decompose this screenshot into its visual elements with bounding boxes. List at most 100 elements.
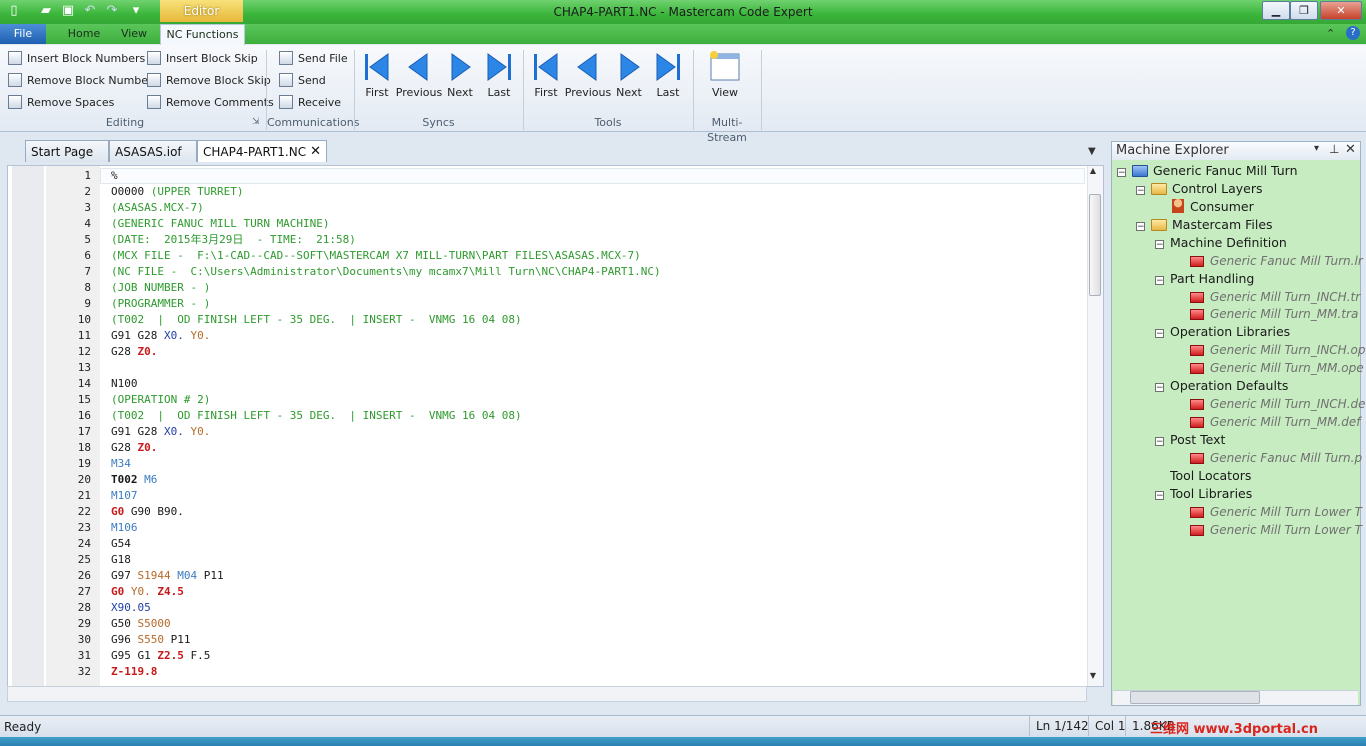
tools-last-button[interactable]: Last bbox=[649, 50, 687, 100]
collapse-icon[interactable]: − bbox=[1136, 222, 1145, 232]
tree-file-op-def-inch[interactable]: Generic Mill Turn_INCH.de bbox=[1190, 395, 1366, 413]
code-line[interactable]: G28 Z0. bbox=[111, 440, 157, 456]
code-line[interactable]: G50 S5000 bbox=[111, 616, 171, 632]
redo-icon[interactable]: ↷ bbox=[104, 3, 120, 19]
help-icon[interactable]: ? bbox=[1346, 26, 1360, 40]
tab-view[interactable]: View bbox=[112, 24, 156, 44]
pin-icon[interactable]: ⊥ bbox=[1329, 142, 1339, 156]
panel-menu-icon[interactable]: ▾ bbox=[1314, 143, 1319, 154]
remove-block-numbers-button[interactable]: Remove Block Numbers bbox=[8, 72, 158, 90]
doc-tab-start-page[interactable]: Start Page bbox=[25, 140, 109, 162]
explorer-scroll-thumb[interactable] bbox=[1130, 691, 1260, 704]
tree-item-operation-libraries[interactable]: − Operation Libraries bbox=[1155, 323, 1290, 341]
code-line[interactable]: M34 bbox=[111, 456, 131, 472]
undo-icon[interactable]: ↶ bbox=[82, 3, 98, 19]
code-line[interactable]: (T002 | OD FINISH LEFT - 35 DEG. | INSER… bbox=[111, 312, 522, 328]
code-line[interactable]: Z-119.8 bbox=[111, 664, 157, 680]
collapse-icon[interactable]: − bbox=[1136, 186, 1145, 196]
collapse-ribbon-icon[interactable]: ⌃ bbox=[1326, 27, 1335, 40]
code-line[interactable]: G18 bbox=[111, 552, 131, 568]
doc-tab-asasas-iof[interactable]: ASASAS.iof bbox=[109, 140, 197, 162]
save-icon[interactable]: ▣ bbox=[60, 3, 76, 19]
remove-block-skip-button[interactable]: Remove Block Skip bbox=[147, 72, 271, 90]
code-line[interactable]: G54 bbox=[111, 536, 131, 552]
tree-item-machine-definition[interactable]: − Machine Definition bbox=[1155, 234, 1287, 252]
code-line[interactable]: (OPERATION # 2) bbox=[111, 392, 210, 408]
tree-file-part-handling-mm[interactable]: Generic Mill Turn_MM.tra bbox=[1190, 305, 1358, 323]
code-line[interactable]: M107 bbox=[111, 488, 138, 504]
insert-block-skip-button[interactable]: Insert Block Skip bbox=[147, 50, 258, 68]
code-line[interactable]: G96 S550 P11 bbox=[111, 632, 191, 648]
tree-file-machine-definition[interactable]: Generic Fanuc Mill Turn.lr bbox=[1190, 252, 1363, 270]
maximize-button[interactable]: ❐ bbox=[1290, 1, 1318, 20]
code-line[interactable]: M106 bbox=[111, 520, 138, 536]
code-line[interactable]: % bbox=[111, 168, 118, 184]
code-line[interactable]: G95 G1 Z2.5 F.5 bbox=[111, 648, 210, 664]
close-tab-icon[interactable]: ✕ bbox=[310, 141, 321, 163]
doc-tab-chap4-part1[interactable]: CHAP4-PART1.NC ✕ bbox=[197, 140, 327, 162]
quick-access-menu-icon[interactable]: ▾ bbox=[128, 3, 144, 19]
code-line[interactable]: (MCX FILE - F:\1-CAD--CAD--SOFT\MASTERCA… bbox=[111, 248, 641, 264]
code-line[interactable]: (PROGRAMMER - ) bbox=[111, 296, 210, 312]
tree-file-part-handling-inch[interactable]: Generic Mill Turn_INCH.tr bbox=[1190, 288, 1360, 306]
tree-item-consumer[interactable]: Consumer bbox=[1172, 198, 1254, 216]
code-line[interactable]: (ASASAS.MCX-7) bbox=[111, 200, 204, 216]
code-line[interactable]: (T002 | OD FINISH LEFT - 35 DEG. | INSER… bbox=[111, 408, 522, 424]
tree-file-tool-lib-2[interactable]: Generic Mill Turn Lower T bbox=[1190, 521, 1362, 539]
tree-item-control-layers[interactable]: − Control Layers bbox=[1136, 180, 1263, 198]
close-window-button[interactable]: ✕ bbox=[1320, 1, 1362, 20]
code-line[interactable]: O0000 (UPPER TURRET) bbox=[111, 184, 243, 200]
code-line[interactable]: X90.05 bbox=[111, 600, 151, 616]
code-line[interactable]: (DATE: 2015年3月29日 - TIME: 21:58) bbox=[111, 232, 356, 248]
tree-item-part-handling[interactable]: − Part Handling bbox=[1155, 270, 1254, 288]
tools-previous-button[interactable]: Previous bbox=[565, 50, 611, 100]
collapse-icon[interactable]: − bbox=[1155, 491, 1164, 501]
code-line[interactable]: G97 S1944 M04 P11 bbox=[111, 568, 224, 584]
code-line[interactable]: G91 G28 X0. Y0. bbox=[111, 424, 210, 440]
tab-list-dropdown-icon[interactable]: ▼ bbox=[1088, 146, 1096, 157]
code-line[interactable]: (JOB NUMBER - ) bbox=[111, 280, 210, 296]
collapse-icon[interactable]: − bbox=[1155, 240, 1164, 250]
remove-comments-button[interactable]: Remove Comments bbox=[147, 94, 274, 112]
tree-file-op-def-mm[interactable]: Generic Mill Turn_MM.def bbox=[1190, 413, 1361, 431]
tree-item-tool-libraries[interactable]: − Tool Libraries bbox=[1155, 485, 1252, 503]
tree-item-root[interactable]: − Generic Fanuc Mill Turn bbox=[1117, 162, 1298, 180]
open-folder-icon[interactable]: ▰ bbox=[38, 3, 54, 19]
tree-item-operation-defaults[interactable]: − Operation Defaults bbox=[1155, 377, 1288, 395]
code-line[interactable]: T002 M6 bbox=[111, 472, 157, 488]
nc-code-editor[interactable]: ▲ ▼ 1% 2 O0000 (UPPER TURRET) 3 (ASASAS.MCX-… bbox=[7, 165, 1104, 687]
syncs-last-button[interactable]: Last bbox=[480, 50, 518, 100]
minimize-button[interactable]: ▁ bbox=[1262, 1, 1290, 20]
tools-first-button[interactable]: First bbox=[527, 50, 565, 100]
tab-home[interactable]: Home bbox=[60, 24, 108, 44]
tree-item-mastercam-files[interactable]: − Mastercam Files bbox=[1136, 216, 1273, 234]
scroll-down-icon[interactable]: ▼ bbox=[1085, 671, 1101, 681]
code-line[interactable]: (NC FILE - C:\Users\Administrator\Docume… bbox=[111, 264, 661, 280]
syncs-previous-button[interactable]: Previous bbox=[396, 50, 442, 100]
multistream-view-button[interactable]: View bbox=[706, 50, 744, 100]
scroll-up-icon[interactable]: ▲ bbox=[1085, 166, 1101, 176]
tab-file[interactable]: File bbox=[0, 24, 46, 44]
vertical-scroll-thumb[interactable] bbox=[1089, 194, 1101, 296]
send-file-button[interactable]: Send File bbox=[279, 50, 348, 68]
code-line[interactable]: G28 Z0. bbox=[111, 344, 157, 360]
tree-item-tool-locators[interactable]: Tool Locators bbox=[1170, 467, 1251, 485]
code-line[interactable]: G0 Y0. Z4.5 bbox=[111, 584, 184, 600]
collapse-icon[interactable]: − bbox=[1117, 168, 1126, 178]
code-line[interactable]: (GENERIC FANUC MILL TURN MACHINE) bbox=[111, 216, 330, 232]
collapse-icon[interactable]: − bbox=[1155, 383, 1164, 393]
tree-file-op-lib-mm[interactable]: Generic Mill Turn_MM.ope bbox=[1190, 359, 1364, 377]
tree-file-post-text[interactable]: Generic Fanuc Mill Turn.p bbox=[1190, 449, 1362, 467]
horizontal-scrollbar[interactable] bbox=[7, 686, 1087, 702]
tree-file-op-lib-inch[interactable]: Generic Mill Turn_INCH.op bbox=[1190, 341, 1365, 359]
new-file-icon[interactable]: ▯ bbox=[6, 3, 22, 19]
collapse-icon[interactable]: − bbox=[1155, 437, 1164, 447]
dialog-launcher-icon[interactable]: ⇲ bbox=[252, 117, 260, 127]
collapse-icon[interactable]: − bbox=[1155, 329, 1164, 339]
tab-nc-functions[interactable]: NC Functions bbox=[160, 24, 245, 45]
send-button[interactable]: Send bbox=[279, 72, 326, 90]
receive-button[interactable]: Receive bbox=[279, 94, 341, 112]
syncs-first-button[interactable]: First bbox=[358, 50, 396, 100]
code-line[interactable]: G0 G90 B90. bbox=[111, 504, 184, 520]
collapse-icon[interactable]: − bbox=[1155, 276, 1164, 286]
